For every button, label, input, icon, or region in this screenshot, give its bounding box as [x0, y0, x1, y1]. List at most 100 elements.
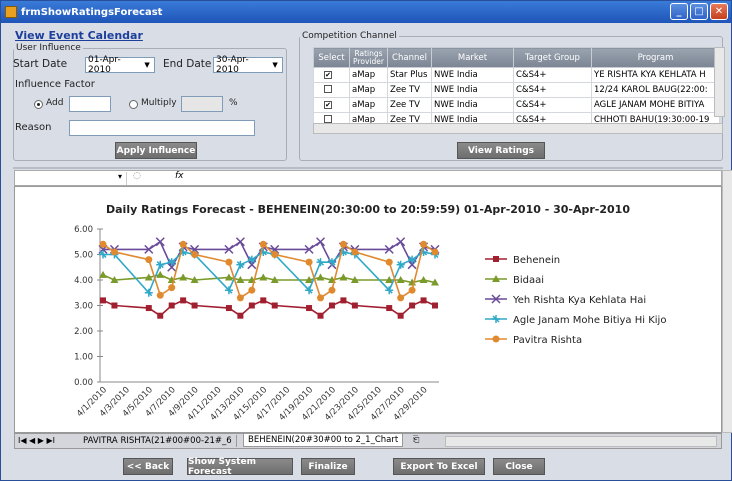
start-date-label: Start Date	[13, 58, 68, 70]
select-checkbox[interactable]: ✔	[324, 71, 332, 79]
data-point-behenein	[340, 297, 347, 304]
data-point-behenein	[432, 302, 438, 309]
legend-label: Agle Janam Mohe Bitiya Hi Kijo	[513, 315, 666, 326]
data-point-pavitra-rishta	[145, 256, 153, 264]
data-point-agle-janam-mohe-bitiya-hi-kijo	[236, 260, 245, 269]
back-button[interactable]: << Back	[123, 458, 173, 475]
close-window-button[interactable]: ✕	[710, 3, 728, 20]
data-point-behenein	[248, 302, 255, 309]
tab-pavitra-rishta[interactable]: PAVITRA RISHTA(21#00#00-21#_6	[79, 435, 237, 447]
chart-area: Daily Ratings Forecast - BEHENEIN(20:30:…	[14, 186, 722, 433]
table-cell: Zee TV	[387, 97, 432, 113]
data-point-pavitra-rishta	[248, 286, 256, 294]
table-cell: 12/24 KAROL BAUG(22:00:	[591, 82, 720, 98]
export-to-excel-button[interactable]: Export To Excel	[393, 458, 485, 475]
data-point-behenein	[100, 297, 106, 304]
tab-nav-arrows[interactable]: I◀ ◀ ▶ ▶I	[18, 436, 55, 445]
table-cell: Zee TV	[387, 82, 432, 98]
data-point-bidaai	[179, 273, 188, 281]
select-checkbox[interactable]	[324, 114, 332, 123]
select-checkbox[interactable]: ✔	[324, 101, 332, 109]
finalize-button[interactable]: Finalize	[301, 458, 355, 475]
fx-icon[interactable]: fx	[175, 171, 184, 181]
tab-behenein-chart[interactable]: BEHENEIN(20#30#00 to 2_1_Chart	[243, 434, 404, 447]
legend-marker	[492, 335, 500, 343]
table-row[interactable]: ✔ aMap Star Plus NWE India C&S4+ YE RISHTA KY…	[313, 67, 720, 83]
table-cell: aMap	[349, 67, 388, 83]
data-point-agle-janam-mohe-bitiya-hi-kijo	[305, 286, 314, 295]
select-checkbox[interactable]	[324, 84, 332, 93]
legend-label: Bidaai	[513, 275, 544, 286]
influence-factor-label: Influence Factor	[15, 79, 95, 90]
table-cell: aMap	[349, 97, 388, 113]
cancel-formula-icon[interactable]: ◌	[133, 171, 141, 181]
maximize-button[interactable]: □	[690, 3, 708, 20]
multiply-label: Multiply	[141, 98, 177, 108]
ratings-line-chart: Daily Ratings Forecast - BEHENEIN(20:30:…	[74, 203, 666, 423]
add-factor-input[interactable]	[69, 96, 111, 112]
column-header[interactable]: Select	[313, 47, 350, 68]
column-header[interactable]: Ratings Provider	[349, 47, 388, 68]
sheet-horizontal-scrollbar[interactable]	[445, 436, 717, 447]
data-point-behenein	[157, 312, 164, 319]
multiply-factor-input[interactable]	[181, 96, 223, 112]
view-event-calendar-link[interactable]: View Event Calendar	[15, 29, 143, 42]
table-horizontal-scrollbar[interactable]	[313, 123, 723, 134]
insert-sheet-icon[interactable]: ⎗	[413, 435, 419, 445]
data-point-pavitra-rishta	[420, 240, 428, 248]
column-header[interactable]: Channel	[387, 47, 432, 68]
view-ratings-button[interactable]: View Ratings	[457, 142, 545, 159]
reason-input[interactable]	[69, 120, 255, 136]
data-point-pavitra-rishta	[156, 291, 164, 299]
close-button[interactable]: Close	[493, 458, 545, 475]
data-point-pavitra-rishta	[225, 258, 233, 266]
data-point-behenein	[111, 302, 118, 309]
show-system-forecast-button[interactable]: Show System Forecast	[187, 457, 293, 477]
column-header[interactable]: Target Group	[513, 47, 592, 68]
splitter[interactable]	[13, 167, 723, 169]
table-cell: NWE India	[431, 67, 514, 83]
data-point-behenein	[420, 297, 427, 304]
data-point-behenein	[168, 302, 175, 309]
data-point-bidaai	[339, 273, 348, 281]
start-date-picker[interactable]: 01-Apr-2010 ▼	[85, 55, 155, 75]
table-cell: C&S4+	[513, 82, 592, 98]
minimize-button[interactable]: _	[670, 3, 688, 20]
data-point-agle-janam-mohe-bitiya-hi-kijo	[144, 288, 153, 297]
table-row[interactable]: ✔ aMap Zee TV NWE India C&S4+ AGLE JANAM MOHE…	[313, 97, 720, 113]
y-tick-label: 1.00	[74, 353, 93, 363]
data-point-behenein	[225, 305, 232, 312]
data-point-behenein	[409, 302, 416, 309]
data-point-behenein	[397, 312, 404, 319]
y-tick-label: 6.00	[74, 225, 93, 235]
data-point-yeh-rishta-kya-kehlata-hai	[235, 237, 245, 247]
column-header[interactable]: Program	[591, 47, 720, 68]
data-point-yeh-rishta-kya-kehlata-hai	[396, 237, 406, 247]
series-line-behenein	[102, 299, 436, 317]
table-row[interactable]: aMap Zee TV NWE India C&S4+ 12/24 KAROL BAUG…	[313, 82, 720, 98]
end-date-picker[interactable]: 30-Apr-2010 ▼	[213, 55, 283, 75]
apply-influence-button[interactable]: Apply Influence	[115, 142, 197, 159]
column-header[interactable]: Market	[431, 47, 514, 68]
chevron-down-icon: ▼	[144, 61, 150, 69]
data-point-pavitra-rishta	[397, 294, 405, 302]
data-point-pavitra-rishta	[408, 286, 416, 294]
chart-title: Daily Ratings Forecast - BEHENEIN(20:30:…	[106, 203, 630, 216]
data-point-pavitra-rishta	[351, 248, 359, 256]
data-point-behenein	[386, 305, 393, 312]
add-radio[interactable]	[34, 100, 43, 109]
table-vertical-scrollbar[interactable]	[714, 47, 725, 117]
data-point-pavitra-rishta	[236, 294, 244, 302]
app-icon	[5, 6, 17, 18]
cell-reference-box[interactable]: ▾	[17, 172, 127, 185]
data-point-behenein	[328, 302, 335, 309]
data-point-behenein	[191, 302, 198, 309]
sheet-vertical-scrollbar[interactable]	[722, 170, 732, 433]
table-cell: YE RISHTA KYA KEHLATA H	[591, 67, 720, 83]
end-date-label: End Date	[163, 58, 212, 70]
multiply-radio[interactable]	[129, 100, 138, 109]
table-cell: NWE India	[431, 97, 514, 113]
data-point-behenein	[260, 297, 267, 304]
end-date-value: 30-Apr-2010	[216, 55, 249, 75]
data-point-behenein	[306, 305, 313, 312]
